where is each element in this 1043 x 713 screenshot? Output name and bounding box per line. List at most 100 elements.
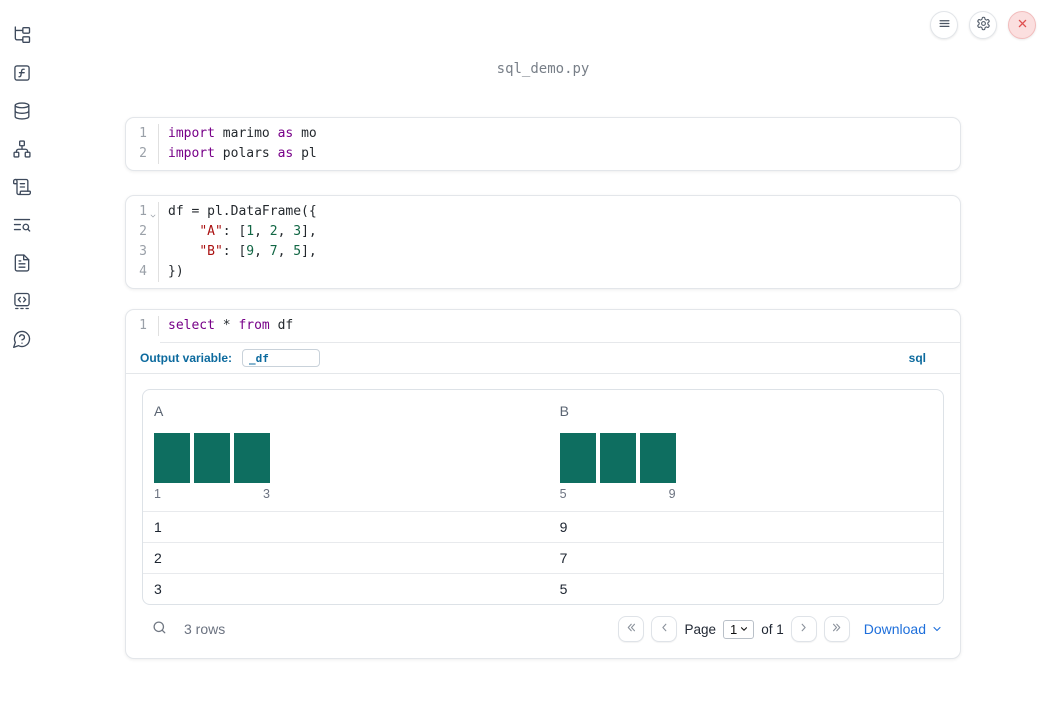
table-cell: 2 [154, 550, 162, 566]
search-icon [151, 619, 168, 639]
page-select[interactable]: 1 [722, 619, 755, 639]
table-row[interactable]: 19 [143, 512, 943, 542]
list-search-icon [12, 215, 32, 235]
shutdown-button[interactable] [1008, 11, 1036, 39]
menu-button[interactable] [930, 11, 958, 39]
gear-icon [976, 16, 991, 34]
notebook: sql_demo.py 1 import marimo as mo 2 import … [125, 0, 961, 659]
topbar [930, 11, 1036, 39]
file-text-icon [12, 253, 32, 273]
code-snippet-icon [12, 291, 32, 311]
histogram-bar [559, 433, 596, 483]
chevron-down-icon [739, 624, 749, 634]
pagination: Page 1 of 1 [618, 616, 850, 642]
histogram-bar [154, 433, 190, 483]
page-label: Page [684, 621, 716, 637]
notebook-filename[interactable]: sql_demo.py [125, 0, 961, 117]
sql-cell-footer: Output variable: sql [126, 343, 960, 373]
sql-editor[interactable]: 1 select * from df [126, 310, 960, 336]
table-row[interactable]: 27 [143, 542, 943, 573]
first-page-button[interactable] [618, 616, 645, 642]
scroll-text-icon [12, 177, 32, 197]
sidebar-item-documentation[interactable] [11, 252, 33, 274]
line-number: 1 [126, 316, 159, 336]
code-line: 1 import marimo as mo [126, 124, 960, 144]
download-button[interactable]: Download [864, 621, 943, 637]
code-editor[interactable]: 1 import marimo as mo 2 import polars as pl [126, 118, 960, 170]
table-cell: 9 [559, 519, 568, 535]
histogram-bar [194, 433, 230, 483]
help-bubble-icon [12, 329, 32, 349]
network-icon [12, 139, 32, 159]
table-footer: 3 rows Page 1 of 1 Download [142, 614, 944, 644]
table-cell: 3 [154, 581, 162, 597]
table-cell: 7 [559, 550, 568, 566]
column-histogram [559, 433, 943, 483]
row-count: 3 rows [184, 621, 226, 637]
line-number: 2 [126, 222, 159, 242]
function-square-icon [12, 63, 32, 83]
database-icon [12, 101, 32, 121]
table-cell: 1 [154, 519, 162, 535]
sidebar [0, 0, 44, 713]
code-line: 3 "B": [9, 7, 5], [126, 242, 960, 262]
close-icon [1015, 16, 1030, 34]
search-button[interactable] [143, 619, 168, 639]
sidebar-item-help[interactable] [11, 328, 33, 350]
code-line: 1 select * from df [126, 316, 960, 336]
folder-tree-icon [12, 25, 32, 45]
settings-button[interactable] [969, 11, 997, 39]
line-number: 1 [126, 202, 159, 222]
sidebar-item-data-sources[interactable] [11, 100, 33, 122]
line-number: 4 [126, 262, 159, 282]
sidebar-item-trace-search[interactable] [11, 214, 33, 236]
page-of-label: of 1 [761, 621, 784, 637]
line-number: 2 [126, 144, 159, 164]
code-line: 1 df = pl.DataFrame({ [126, 202, 960, 222]
sql-language-badge: sql [908, 351, 926, 365]
column-header[interactable]: A 13 [143, 400, 549, 511]
line-number: 1 [126, 124, 159, 144]
dataframe-table: A13B59 192735 [142, 389, 944, 605]
histogram-bar [639, 433, 676, 483]
table-row[interactable]: 35 [143, 573, 943, 604]
histogram-bar [599, 433, 636, 483]
table-cell: 5 [559, 581, 568, 597]
download-label: Download [863, 621, 926, 637]
table-header: A13B59 [143, 390, 943, 512]
column-name: A [154, 403, 164, 419]
chevrons-right-icon [830, 621, 843, 637]
cell-output: A13B59 192735 3 rows Page 1 of 1 Downloa… [126, 373, 960, 658]
histogram-min: 1 [154, 487, 161, 501]
histogram-max: 9 [668, 487, 676, 501]
code-editor[interactable]: 1 df = pl.DataFrame({2 "A": [1, 2, 3], 3 "… [126, 196, 960, 288]
column-histogram [154, 433, 549, 483]
line-number: 3 [126, 242, 159, 262]
sidebar-item-file-explorer[interactable] [11, 24, 33, 46]
chevron-left-icon [658, 621, 671, 637]
code-cell-dataframe: 1 df = pl.DataFrame({2 "A": [1, 2, 3], 3 "… [125, 195, 961, 289]
next-page-button[interactable] [790, 616, 817, 642]
prev-page-button[interactable] [651, 616, 678, 642]
sidebar-item-dependency-graph[interactable] [11, 138, 33, 160]
code-line: 4}) [126, 262, 960, 282]
column-header[interactable]: B59 [549, 400, 943, 511]
last-page-button[interactable] [823, 616, 850, 642]
chevrons-left-icon [625, 621, 638, 637]
code-line: 2 "A": [1, 2, 3], [126, 222, 960, 242]
output-variable-label: Output variable: [140, 351, 233, 365]
histogram-min: 5 [559, 487, 567, 501]
code-line: 2 import polars as pl [126, 144, 960, 164]
hamburger-icon [937, 16, 952, 34]
code-cell-imports: 1 import marimo as mo 2 import polars as pl [125, 117, 961, 171]
table-body: 192735 [143, 512, 943, 604]
sql-cell: 1select * from df Output variable: sql A… [125, 309, 961, 659]
output-variable-input[interactable] [242, 349, 321, 367]
chevron-right-icon [797, 621, 810, 637]
sidebar-item-snippets[interactable] [11, 290, 33, 312]
histogram-bar [234, 433, 270, 483]
histogram-range: 13 [154, 487, 270, 501]
sidebar-item-variables[interactable] [11, 62, 33, 84]
sidebar-item-logs[interactable] [11, 176, 33, 198]
chevron-down-icon [931, 623, 943, 635]
